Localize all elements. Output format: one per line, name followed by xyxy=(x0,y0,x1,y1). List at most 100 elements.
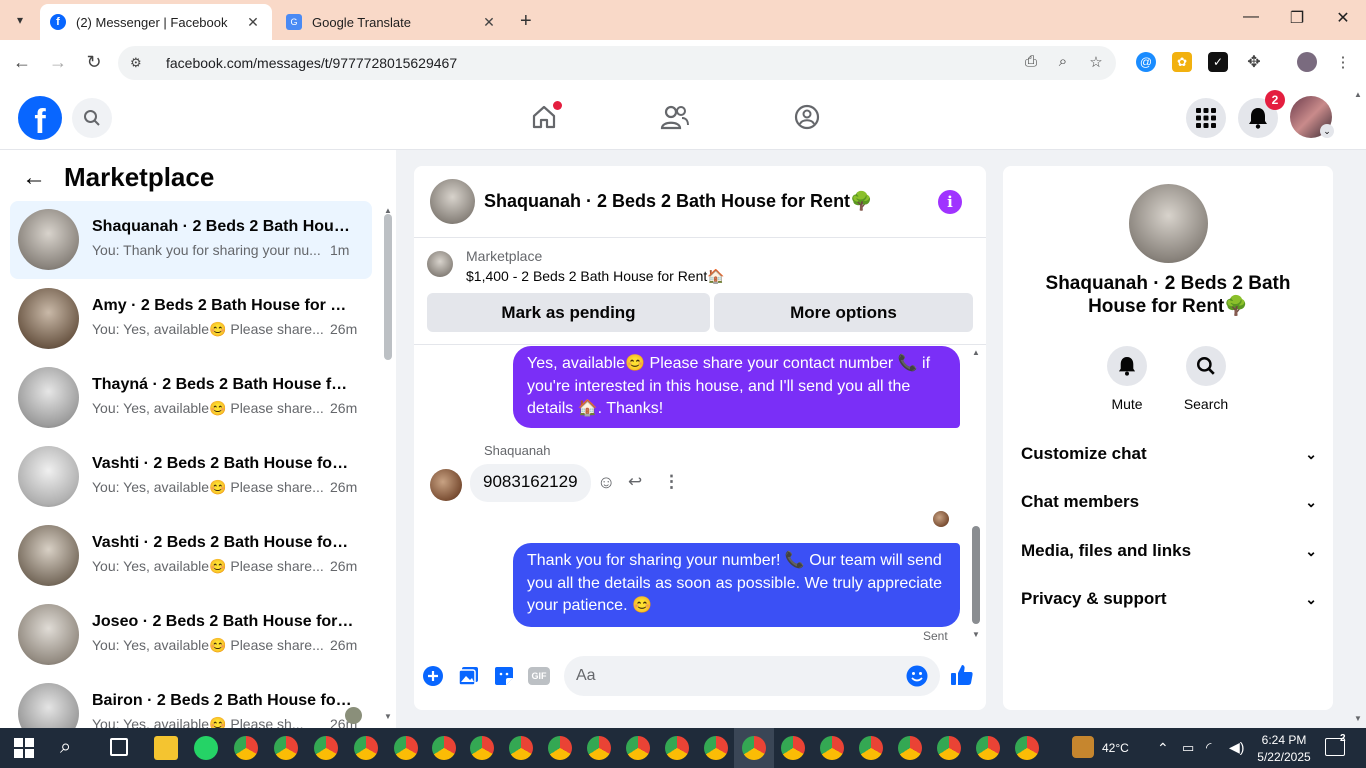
chrome-icon[interactable] xyxy=(354,736,378,760)
more-actions-icon[interactable]: ⋮ xyxy=(663,472,680,492)
conversation-item[interactable]: Amy · 2 Beds 2 Bath House for Rent You: … xyxy=(10,280,372,358)
tab-google-translate[interactable]: G Google Translate ✕ xyxy=(276,4,508,40)
menu-grid-icon[interactable] xyxy=(1186,98,1226,138)
file-explorer-icon[interactable] xyxy=(154,736,178,760)
window-close-icon[interactable]: ✕ xyxy=(1320,8,1366,28)
extension-check-icon[interactable]: ✓ xyxy=(1208,52,1228,72)
address-bar[interactable]: ⚙ facebook.com/messages/t/97777280156294… xyxy=(118,46,1116,80)
whatsapp-icon[interactable] xyxy=(194,736,218,760)
temperature[interactable]: 42°C xyxy=(1102,741,1129,755)
search-icon[interactable] xyxy=(72,98,112,138)
photo-icon[interactable] xyxy=(457,664,481,688)
chat-scrollbar[interactable] xyxy=(972,526,980,624)
extension-leaf-icon[interactable]: ✿ xyxy=(1172,52,1192,72)
page-scroll-down-icon[interactable]: ▼ xyxy=(1354,714,1362,723)
restore-icon[interactable]: ❐ xyxy=(1274,8,1320,28)
conversation-item[interactable]: Shaquanah · 2 Beds 2 Bath House for Rent… xyxy=(10,201,372,279)
message-input[interactable] xyxy=(576,664,896,688)
chrome-icon[interactable] xyxy=(626,736,650,760)
listing-thumbnail[interactable] xyxy=(427,251,453,277)
chrome-icon[interactable] xyxy=(548,736,572,760)
info-icon[interactable]: i xyxy=(938,190,962,214)
chrome-icon[interactable] xyxy=(274,736,298,760)
windows-start-icon[interactable] xyxy=(14,738,34,763)
chrome-icon[interactable] xyxy=(234,736,258,760)
message-incoming[interactable]: 9083162129 xyxy=(470,464,591,502)
clock-date[interactable]: 5/22/2025 xyxy=(1253,750,1315,764)
chrome-icon[interactable] xyxy=(665,736,689,760)
chat-scroll-up-icon[interactable]: ▲ xyxy=(972,348,980,357)
menu-icon[interactable]: ⋮ xyxy=(1332,53,1354,71)
sender-avatar[interactable] xyxy=(430,469,462,501)
emoji-icon[interactable] xyxy=(906,665,928,692)
zoom-icon[interactable]: ⌕ xyxy=(1052,53,1074,70)
chrome-icon[interactable] xyxy=(470,736,494,760)
install-app-icon[interactable]: ⎙ xyxy=(1020,53,1042,70)
back-arrow-icon[interactable]: ← xyxy=(22,164,46,192)
privacy-support-section[interactable]: Privacy & support ⌄ xyxy=(1021,579,1317,619)
task-view-icon[interactable] xyxy=(110,738,128,756)
chrome-icon[interactable] xyxy=(859,736,883,760)
extensions-puzzle-icon[interactable]: ✥ xyxy=(1244,52,1264,72)
mark-as-pending-button[interactable]: Mark as pending xyxy=(427,293,710,332)
listing-title[interactable]: $1,400 - 2 Beds 2 Bath House for Rent🏠 xyxy=(466,268,725,285)
chrome-icon[interactable] xyxy=(742,736,766,760)
chrome-icon[interactable] xyxy=(1015,736,1039,760)
media-files-links-section[interactable]: Media, files and links ⌄ xyxy=(1021,531,1317,571)
groups-icon[interactable] xyxy=(790,100,824,134)
tab-close-icon[interactable]: ✕ xyxy=(244,14,262,31)
left-scrollbar[interactable] xyxy=(384,214,392,360)
site-info-icon[interactable]: ⚙ xyxy=(130,55,148,71)
reply-icon[interactable]: ↩ xyxy=(628,472,642,492)
chrome-icon[interactable] xyxy=(314,736,338,760)
clock-time[interactable]: 6:24 PM xyxy=(1255,733,1313,747)
page-scroll-up-icon[interactable]: ▲ xyxy=(1354,90,1362,99)
volume-icon[interactable]: ◀) xyxy=(1229,739,1244,756)
facebook-logo-icon[interactable]: f xyxy=(18,96,62,141)
chrome-icon[interactable] xyxy=(587,736,611,760)
conversation-item[interactable]: Thayná · 2 Beds 2 Bath House for Rent Yo… xyxy=(10,359,372,437)
sticker-icon[interactable] xyxy=(492,664,516,688)
wifi-icon[interactable]: ◜ xyxy=(1206,739,1211,756)
gif-icon[interactable]: GIF xyxy=(527,664,551,688)
tab-search-icon[interactable]: ▾ xyxy=(8,8,32,32)
chat-title[interactable]: Shaquanah · 2 Beds 2 Bath House for Rent… xyxy=(484,191,872,212)
weather-icon[interactable] xyxy=(1072,736,1094,758)
chrome-icon[interactable] xyxy=(704,736,728,760)
minimize-icon[interactable]: — xyxy=(1228,8,1274,26)
forward-icon[interactable]: → xyxy=(46,52,70,73)
conversation-item[interactable]: Joseo · 2 Beds 2 Bath House for Rent You… xyxy=(10,596,372,674)
chat-avatar[interactable] xyxy=(430,179,475,224)
search-in-chat-button[interactable]: Search xyxy=(1176,346,1236,412)
new-tab-icon[interactable]: + xyxy=(520,10,532,33)
chrome-icon[interactable] xyxy=(509,736,533,760)
chrome-icon[interactable] xyxy=(820,736,844,760)
account-chevron-icon[interactable]: ⌄ xyxy=(1320,124,1334,138)
add-icon[interactable] xyxy=(421,664,445,688)
chrome-icon[interactable] xyxy=(937,736,961,760)
tab-close-icon[interactable]: ✕ xyxy=(480,14,498,31)
chrome-icon[interactable] xyxy=(432,736,456,760)
back-icon[interactable]: ← xyxy=(10,52,34,73)
mute-button[interactable]: Mute xyxy=(1097,346,1157,412)
message-outgoing[interactable]: Thank you for sharing your number! 📞 Our… xyxy=(513,543,960,627)
message-outgoing[interactable]: Yes, available😊 Please share your contac… xyxy=(513,346,960,428)
chrome-icon[interactable] xyxy=(898,736,922,760)
react-smiley-icon[interactable]: ☺ xyxy=(597,472,615,493)
chat-members-section[interactable]: Chat members ⌄ xyxy=(1021,482,1317,522)
conversation-item[interactable]: Vashti · 2 Beds 2 Bath House for Rent Yo… xyxy=(10,517,372,595)
customize-chat-section[interactable]: Customize chat ⌄ xyxy=(1021,434,1317,474)
more-options-button[interactable]: More options xyxy=(714,293,973,332)
bookmark-star-icon[interactable]: ☆ xyxy=(1085,53,1107,71)
like-thumbs-up-icon[interactable] xyxy=(949,662,975,688)
extension-at-icon[interactable]: @ xyxy=(1136,52,1156,72)
taskbar-search-icon[interactable]: ⌕ xyxy=(60,736,71,759)
profile-icon[interactable] xyxy=(1297,52,1317,72)
chat-scroll-down-icon[interactable]: ▼ xyxy=(972,630,980,639)
conversation-item[interactable]: Vashti · 2 Beds 2 Bath House for Rent Yo… xyxy=(10,438,372,516)
conversation-item[interactable]: Bairon · 2 Beds 2 Bath House for Rent Yo… xyxy=(10,675,372,728)
battery-icon[interactable]: ▭ xyxy=(1182,740,1194,756)
tab-messenger[interactable]: f (2) Messenger | Facebook ✕ xyxy=(40,4,272,40)
tray-chevron-icon[interactable]: ⌃ xyxy=(1157,740,1169,757)
friends-icon[interactable] xyxy=(658,100,692,134)
